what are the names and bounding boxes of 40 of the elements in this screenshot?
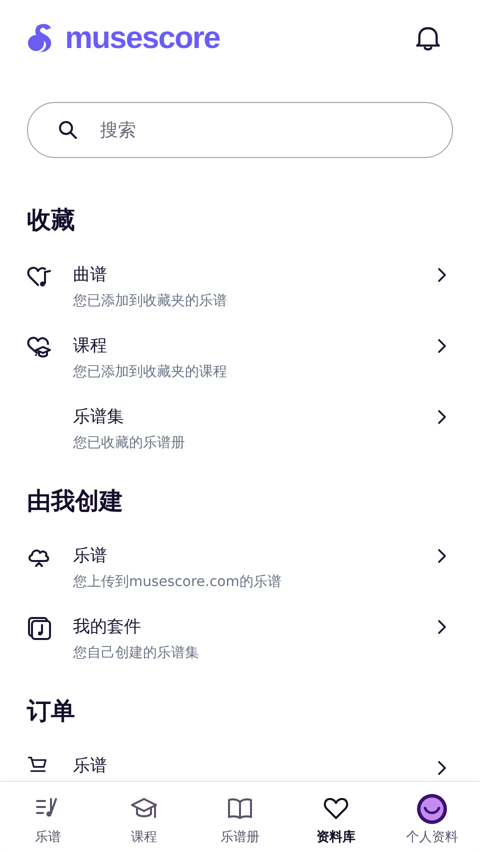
item-description: 您已收藏的乐谱册 (73, 434, 185, 453)
nav-tab[interactable]: 乐谱 (0, 782, 96, 853)
item-title: 我的套件 (73, 616, 141, 639)
heart-icon (323, 796, 349, 822)
chevron-right-icon (437, 619, 447, 635)
list-item[interactable]: 课程 您已添加到收藏夹的课程 (27, 334, 453, 383)
item-description: 您已添加到收藏夹的课程 (73, 363, 227, 382)
list-item[interactable]: 曲谱 您已添加到收藏夹的乐谱 (27, 263, 453, 312)
item-title: 乐谱 (73, 545, 107, 568)
item-title: 乐谱 (73, 755, 107, 778)
search-field[interactable]: 搜索 (27, 102, 453, 158)
search-icon (57, 119, 79, 141)
section-heading: 由我创建 (27, 486, 124, 517)
chevron-right-icon (437, 267, 447, 283)
section-heading: 收藏 (27, 205, 76, 236)
chevron-right-icon (437, 760, 447, 776)
music-album-icon (27, 616, 53, 642)
avatar-icon (416, 793, 448, 825)
open-book-icon (227, 796, 253, 822)
nav-tab[interactable]: 资料库 (288, 782, 384, 853)
item-description: 您上传到musescore.com的乐谱 (73, 573, 282, 592)
nav-tab[interactable]: 个人资料 (384, 782, 480, 853)
logo-text: musescore (65, 20, 220, 56)
item-description: 您已添加到收藏夹的乐谱 (73, 292, 227, 311)
item-title: 曲谱 (73, 264, 107, 287)
nav-tab[interactable]: 乐谱册 (192, 782, 288, 853)
item-title: 乐谱集 (73, 406, 124, 429)
list-item[interactable]: 我的套件 您自己创建的乐谱集 (27, 615, 453, 664)
item-title: 课程 (73, 335, 107, 358)
bell-icon (415, 25, 441, 51)
notifications-button[interactable] (415, 25, 441, 51)
nav-tab[interactable]: 课程 (96, 782, 192, 853)
chevron-right-icon (437, 338, 447, 354)
list-item[interactable]: 乐谱 (27, 754, 453, 778)
item-description: 您自己创建的乐谱集 (73, 644, 199, 663)
list-item[interactable]: 乐谱集 您已收藏的乐谱册 (27, 405, 453, 454)
section-heading: 订单 (27, 696, 76, 727)
chevron-right-icon (437, 548, 447, 564)
chevron-right-icon (437, 409, 447, 425)
list-item[interactable]: 乐谱 您上传到musescore.com的乐谱 (27, 544, 453, 593)
